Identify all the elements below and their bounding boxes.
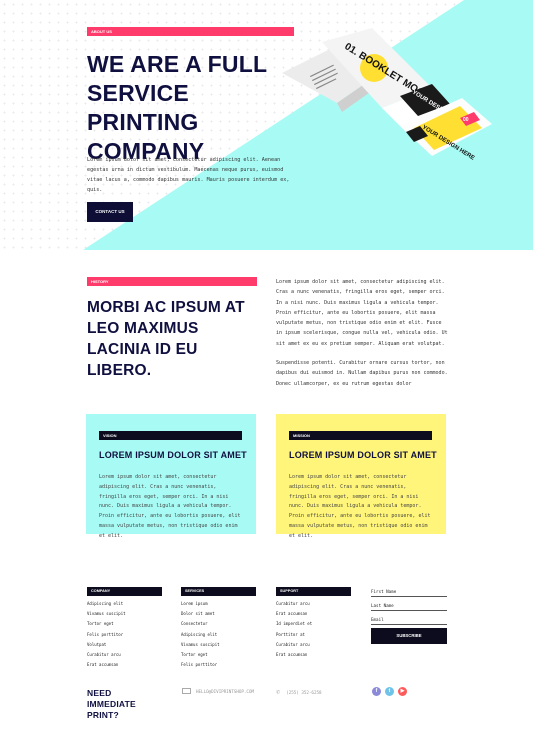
last-name-underline	[371, 610, 447, 611]
footer-link[interactable]: Erat accumsan	[276, 611, 307, 616]
email-contact[interactable]: HELLO@DIVIPRINTSHOP.COM	[182, 688, 254, 694]
footer-link[interactable]: Vivamus suscipit	[87, 611, 126, 616]
phone-text: (255) 352-6258	[286, 689, 322, 695]
footer-link[interactable]: Curabitur arcu	[276, 642, 310, 647]
vision-body: Lorem ipsum dolor sit amet, consectetur …	[99, 474, 241, 539]
footer-link[interactable]: Felis porttitor	[87, 632, 123, 637]
email-field[interactable]: Email	[371, 617, 384, 622]
subscribe-button[interactable]: SUBSCRIBE	[371, 628, 447, 644]
footer-link[interactable]: Vivamus suscipit	[181, 642, 220, 647]
footer-link[interactable]: Lorem ipsum	[181, 601, 208, 606]
history-tag: HISTORY	[87, 277, 257, 286]
mission-title: LOREM IPSUM DOLOR SIT AMET	[289, 450, 437, 460]
facebook-icon[interactable]: f	[372, 687, 381, 696]
first-name-field[interactable]: First Name	[371, 589, 396, 594]
vision-tag: VISION	[99, 431, 242, 440]
footer-link[interactable]: Felis porttitor	[181, 662, 217, 667]
footer-link[interactable]: Tortor eget	[181, 652, 208, 657]
hero-section: ABOUT US WE ARE A FULL SERVICE PRINTING …	[0, 0, 533, 250]
twitter-icon[interactable]: t	[385, 687, 394, 696]
footer-link[interactable]: Adipiscing elit	[87, 601, 123, 606]
youtube-icon[interactable]: ▶	[398, 687, 407, 696]
phone-icon: ✆	[276, 688, 281, 696]
history-title: MORBI AC IPSUM AT LEO MAXIMUS LACINIA ID…	[87, 299, 245, 379]
need-print-cta: NEED IMMEDIATE PRINT?	[87, 688, 136, 720]
footer-services-title: SERVICES	[181, 587, 256, 596]
footer-link[interactable]: Dolor sit amet	[181, 611, 215, 616]
footer-link[interactable]: Adipiscing elit	[181, 632, 217, 637]
history-paragraph-1: Lorem ipsum dolor sit amet, consectetur …	[276, 279, 448, 347]
history-paragraph-2: Suspendisse potenti. Curabitur ornare cu…	[276, 360, 448, 387]
booklet-mockup-image: 01. BOOKLET MOCKUP YOUR DESIGN HERE 00 Y…	[282, 28, 492, 162]
first-name-underline	[371, 596, 447, 597]
svg-text:00: 00	[463, 117, 469, 123]
mission-card: MISSION LOREM IPSUM DOLOR SIT AMET Lorem…	[276, 414, 446, 539]
mission-tag: MISSION	[289, 431, 432, 440]
footer-support-title: SUPPORT	[276, 587, 351, 596]
footer-link[interactable]: Tortor eget	[87, 621, 114, 626]
footer-link[interactable]: Porttitor at	[276, 632, 305, 637]
hero-title: WE ARE A FULL SERVICE PRINTING COMPANY	[87, 51, 267, 164]
about-tag: ABOUT US	[87, 27, 294, 36]
hero-body: Lorem ipsum dolor sit amet, consectetur …	[87, 157, 290, 193]
email-text: HELLO@DIVIPRINTSHOP.COM	[196, 688, 254, 694]
mission-body: Lorem ipsum dolor sit amet, consectetur …	[289, 474, 431, 539]
mail-icon	[182, 688, 191, 694]
footer-link[interactable]: Consectetur	[181, 621, 208, 626]
footer-company-title: COMPANY	[87, 587, 162, 596]
contact-us-button[interactable]: CONTACT US	[87, 202, 133, 222]
footer-link[interactable]: Volutpat	[87, 642, 106, 647]
phone-contact[interactable]: ✆ (255) 352-6258	[276, 688, 322, 696]
email-underline	[371, 624, 447, 625]
vision-card: VISION LOREM IPSUM DOLOR SIT AMET Lorem …	[86, 414, 256, 539]
footer-link[interactable]: Id imperdiet et	[276, 621, 312, 626]
footer-link[interactable]: Curabitur arcu	[276, 601, 310, 606]
vision-title: LOREM IPSUM DOLOR SIT AMET	[99, 450, 247, 460]
footer-link[interactable]: Curabitur arcu	[87, 652, 121, 657]
footer-link[interactable]: Erat accumsan	[276, 652, 307, 657]
footer-link[interactable]: Erat accumsan	[87, 662, 118, 667]
last-name-field[interactable]: Last Name	[371, 603, 394, 608]
